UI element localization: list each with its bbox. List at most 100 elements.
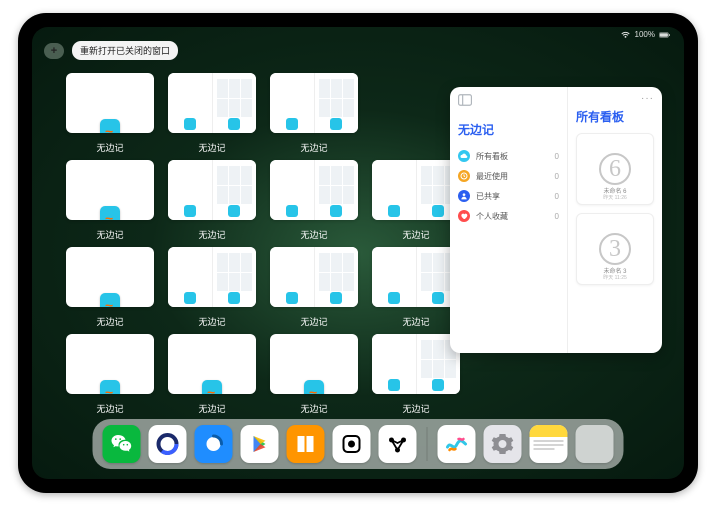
preview-main: ··· 所有看板 6 未命名 6 昨天 11:26 3 未命名 3 昨天 11:… bbox=[568, 87, 662, 353]
board-subtitle: 昨天 11:26 bbox=[577, 196, 653, 202]
window-thumb bbox=[168, 334, 256, 394]
window-cell[interactable]: 无边记 bbox=[372, 334, 460, 415]
window-thumb bbox=[168, 160, 256, 220]
sidebar-toggle-icon[interactable] bbox=[458, 94, 472, 106]
status-bar: 100% bbox=[620, 30, 670, 39]
sidebar-item-label: 个人收藏 bbox=[476, 211, 508, 222]
top-bar: + 重新打开已关闭的窗口 bbox=[44, 41, 178, 60]
window-thumb bbox=[66, 247, 154, 307]
window-thumb bbox=[66, 73, 154, 133]
window-cell[interactable]: 无边记 bbox=[372, 247, 460, 328]
wechat-app-icon[interactable] bbox=[103, 425, 141, 463]
sidebar-item-label: 所有看板 bbox=[476, 151, 508, 162]
window-thumb bbox=[270, 247, 358, 307]
preview-sidebar: 无边记 所有看板 0 最近使用 0 bbox=[450, 87, 568, 353]
graph-app-icon[interactable] bbox=[379, 425, 417, 463]
sidebar-item-all[interactable]: 所有看板 0 bbox=[458, 146, 559, 166]
board-caption: 未命名 3 昨天 11:25 bbox=[577, 269, 653, 281]
window-cell[interactable]: 无边记 bbox=[270, 247, 358, 328]
window-label: 无边记 bbox=[300, 402, 327, 415]
dock bbox=[93, 419, 624, 469]
window-cell[interactable]: 无边记 bbox=[66, 73, 154, 154]
window-label: 无边记 bbox=[198, 228, 225, 241]
window-thumb bbox=[372, 247, 460, 307]
qqbrowser-app-icon[interactable] bbox=[195, 425, 233, 463]
window-label: 无边记 bbox=[96, 315, 123, 328]
person-icon bbox=[458, 190, 470, 202]
window-cell[interactable]: 无边记 bbox=[66, 334, 154, 415]
window-label: 无边记 bbox=[198, 402, 225, 415]
window-label: 无边记 bbox=[300, 315, 327, 328]
dice-app-icon[interactable] bbox=[333, 425, 371, 463]
window-thumb bbox=[372, 160, 460, 220]
wifi-icon bbox=[620, 31, 631, 39]
window-grid: 无边记 无边记 无边记 无边记 bbox=[66, 73, 466, 415]
board-card[interactable]: 6 未命名 6 昨天 11:26 bbox=[576, 133, 654, 205]
preview-right-title: 所有看板 bbox=[576, 108, 654, 125]
window-thumb bbox=[168, 247, 256, 307]
window-label: 无边记 bbox=[402, 315, 429, 328]
window-label: 无边记 bbox=[96, 141, 123, 154]
ipad-screen: 100% + 重新打开已关闭的窗口 无边记 无边记 bbox=[32, 27, 684, 479]
window-label: 无边记 bbox=[300, 228, 327, 241]
window-thumb bbox=[168, 73, 256, 133]
heart-icon bbox=[458, 210, 470, 222]
battery-icon bbox=[659, 31, 670, 39]
board-caption: 未命名 6 昨天 11:26 bbox=[577, 189, 653, 201]
settings-app-icon[interactable] bbox=[484, 425, 522, 463]
window-label: 无边记 bbox=[402, 402, 429, 415]
window-label: 无边记 bbox=[96, 228, 123, 241]
window-cell[interactable]: 无边记 bbox=[270, 73, 358, 154]
window-label: 无边记 bbox=[402, 228, 429, 241]
window-thumb bbox=[270, 160, 358, 220]
board-sketch: 6 bbox=[599, 153, 631, 185]
board-card[interactable]: 3 未命名 3 昨天 11:25 bbox=[576, 213, 654, 285]
sidebar-item-label: 已共享 bbox=[476, 191, 500, 202]
sidebar-item-count: 0 bbox=[555, 192, 559, 201]
play-app-icon[interactable] bbox=[241, 425, 279, 463]
sidebar-item-shared[interactable]: 已共享 0 bbox=[458, 186, 559, 206]
preview-title: 无边记 bbox=[458, 121, 559, 138]
reopen-tip[interactable]: 重新打开已关闭的窗口 bbox=[72, 41, 178, 60]
window-cell[interactable]: 无边记 bbox=[66, 160, 154, 241]
window-cell[interactable]: 无边记 bbox=[168, 247, 256, 328]
sidebar-item-count: 0 bbox=[555, 172, 559, 181]
window-thumb bbox=[270, 73, 358, 133]
battery-label: 100% bbox=[635, 30, 655, 39]
more-icon[interactable]: ··· bbox=[576, 93, 654, 104]
window-label: 无边记 bbox=[198, 315, 225, 328]
sidebar-item-count: 0 bbox=[555, 212, 559, 221]
window-cell[interactable]: 无边记 bbox=[168, 160, 256, 241]
app-preview-panel[interactable]: 无边记 所有看板 0 最近使用 0 bbox=[450, 87, 662, 353]
ipad-device: 100% + 重新打开已关闭的窗口 无边记 无边记 bbox=[18, 13, 698, 493]
board-sketch: 3 bbox=[599, 233, 631, 265]
clock-icon bbox=[458, 170, 470, 182]
new-window-button[interactable]: + bbox=[44, 43, 64, 59]
books-app-icon[interactable] bbox=[287, 425, 325, 463]
app-library-icon[interactable] bbox=[576, 425, 614, 463]
cloud-icon bbox=[458, 150, 470, 162]
board-subtitle: 昨天 11:25 bbox=[577, 276, 653, 282]
window-thumb bbox=[270, 334, 358, 394]
sidebar-item-favorites[interactable]: 个人收藏 0 bbox=[458, 206, 559, 226]
window-thumb bbox=[372, 334, 460, 394]
sidebar-item-label: 最近使用 bbox=[476, 171, 508, 182]
window-cell[interactable]: 无边记 bbox=[372, 160, 460, 241]
window-label: 无边记 bbox=[300, 141, 327, 154]
window-cell[interactable]: 无边记 bbox=[168, 73, 256, 154]
sidebar-item-count: 0 bbox=[555, 152, 559, 161]
window-thumb bbox=[66, 160, 154, 220]
board-title: 未命名 6 bbox=[603, 189, 626, 195]
window-label: 无边记 bbox=[198, 141, 225, 154]
window-cell[interactable]: 无边记 bbox=[270, 334, 358, 415]
sidebar-item-recent[interactable]: 最近使用 0 bbox=[458, 166, 559, 186]
window-label: 无边记 bbox=[96, 402, 123, 415]
freeform-app-icon[interactable] bbox=[438, 425, 476, 463]
notes-app-icon[interactable] bbox=[530, 425, 568, 463]
window-cell[interactable]: 无边记 bbox=[168, 334, 256, 415]
quark-app-icon[interactable] bbox=[149, 425, 187, 463]
window-cell[interactable]: 无边记 bbox=[66, 247, 154, 328]
window-cell[interactable]: 无边记 bbox=[270, 160, 358, 241]
dock-separator bbox=[427, 427, 428, 461]
window-thumb bbox=[66, 334, 154, 394]
